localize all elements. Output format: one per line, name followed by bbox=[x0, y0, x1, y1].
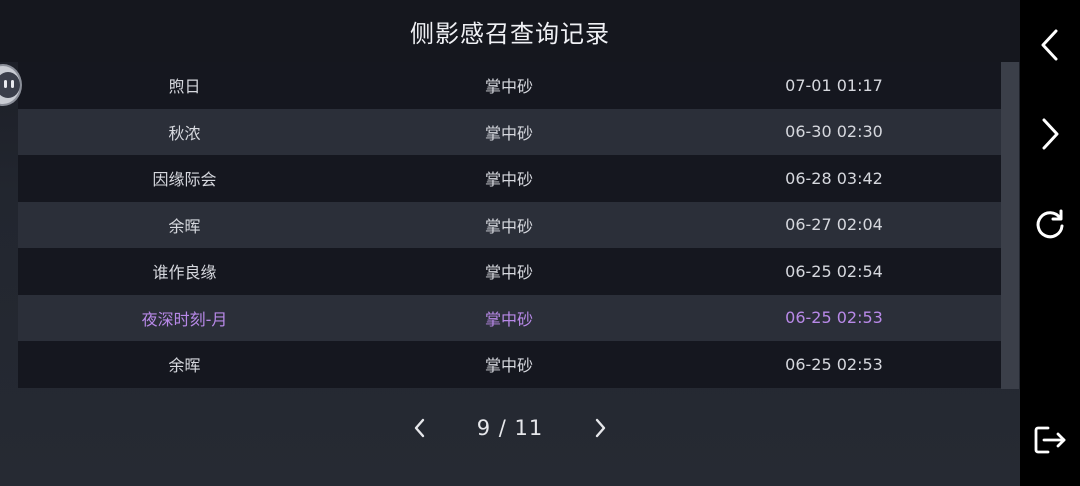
chevron-left-icon bbox=[414, 418, 425, 438]
record-time: 06-25 02:53 bbox=[785, 354, 883, 374]
record-time: 07-01 01:17 bbox=[785, 75, 883, 95]
page-title: 侧影感召查询记录 bbox=[410, 19, 610, 48]
total-pages: 11 bbox=[514, 416, 544, 440]
record-name: 秋浓 bbox=[168, 123, 201, 143]
table-row[interactable]: 余晖 掌中砂 06-25 02:53 bbox=[18, 341, 1001, 388]
chevron-right-icon bbox=[595, 418, 606, 438]
table-row-highlighted[interactable]: 夜深时刻-月 掌中砂 06-25 02:53 bbox=[18, 294, 1001, 341]
record-name: 因缘际会 bbox=[152, 170, 217, 190]
record-item: 掌中砂 bbox=[484, 170, 533, 190]
record-name: 余晖 bbox=[168, 216, 201, 236]
records-table: 煦日 掌中砂 07-01 01:17 秋浓 掌中砂 06-30 02:30 因缘… bbox=[18, 62, 1001, 388]
table-row[interactable]: 煦日 掌中砂 07-01 01:17 bbox=[18, 62, 1001, 109]
back-button[interactable] bbox=[1020, 15, 1080, 75]
record-time: 06-30 02:30 bbox=[785, 122, 883, 142]
exit-button[interactable] bbox=[1020, 410, 1080, 470]
record-item: 掌中砂 bbox=[484, 356, 533, 376]
current-page: 9 bbox=[476, 416, 492, 440]
scrollbar[interactable] bbox=[1001, 62, 1019, 389]
record-time: 06-25 02:53 bbox=[785, 308, 883, 328]
table-row[interactable]: 谁作良缘 掌中砂 06-25 02:54 bbox=[18, 248, 1001, 295]
record-name: 谁作良缘 bbox=[152, 263, 217, 283]
record-item: 掌中砂 bbox=[484, 216, 533, 236]
table-row[interactable]: 余晖 掌中砂 06-27 02:04 bbox=[18, 201, 1001, 248]
refresh-icon bbox=[1036, 209, 1064, 239]
page-indicator: 9 / 11 bbox=[477, 416, 544, 440]
record-item: 掌中砂 bbox=[484, 263, 533, 283]
pagination: 9 / 11 bbox=[400, 404, 620, 452]
record-name: 余晖 bbox=[168, 356, 201, 376]
page: 侧影感召查询记录 煦日 掌中砂 07-01 01:17 秋浓 掌中砂 06-30… bbox=[0, 0, 1080, 486]
refresh-button[interactable] bbox=[1020, 194, 1080, 254]
record-time: 06-28 03:42 bbox=[785, 168, 883, 188]
record-item: 掌中砂 bbox=[484, 309, 533, 329]
record-item: 掌中砂 bbox=[484, 123, 533, 143]
record-time: 06-27 02:04 bbox=[785, 215, 883, 235]
next-page-button[interactable] bbox=[580, 408, 620, 448]
page-separator: / bbox=[498, 416, 507, 440]
exit-icon bbox=[1034, 426, 1066, 454]
forward-chevron-icon bbox=[1042, 118, 1059, 150]
prev-page-button[interactable] bbox=[400, 408, 440, 448]
record-name: 煦日 bbox=[168, 77, 201, 97]
back-chevron-icon bbox=[1041, 29, 1058, 61]
record-name: 夜深时刻-月 bbox=[141, 309, 228, 329]
title-bar: 侧影感召查询记录 bbox=[0, 0, 1020, 62]
table-row[interactable]: 秋浓 掌中砂 06-30 02:30 bbox=[18, 108, 1001, 155]
table-row[interactable]: 因缘际会 掌中砂 06-28 03:42 bbox=[18, 155, 1001, 202]
forward-button[interactable] bbox=[1020, 104, 1080, 164]
avatar-face-icon bbox=[0, 72, 20, 98]
record-item: 掌中砂 bbox=[484, 77, 533, 97]
system-sidebar bbox=[1020, 0, 1080, 486]
record-time: 06-25 02:54 bbox=[785, 261, 883, 281]
